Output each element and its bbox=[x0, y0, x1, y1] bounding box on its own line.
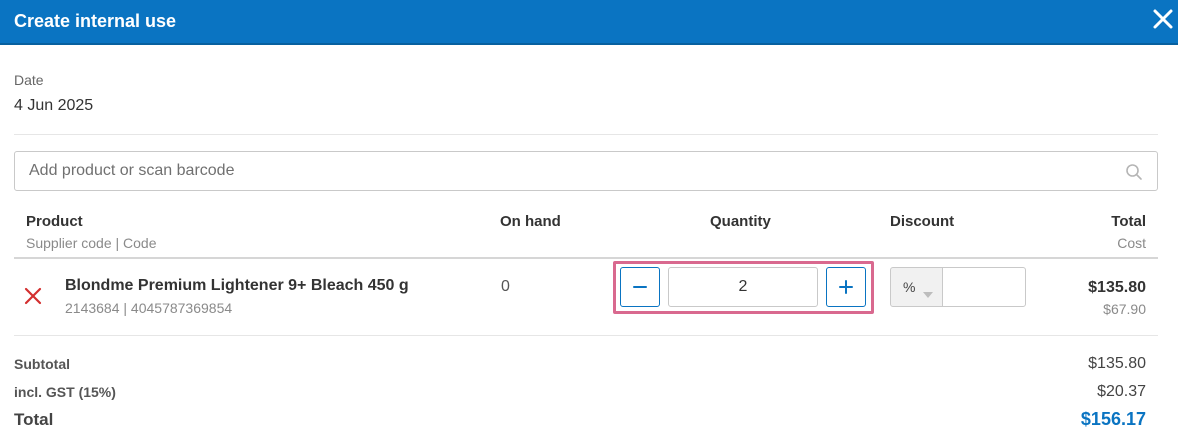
column-header-quantity: Quantity bbox=[710, 213, 771, 230]
row-cost: $67.90 bbox=[1103, 301, 1146, 317]
product-search-box[interactable] bbox=[14, 151, 1158, 191]
close-icon[interactable] bbox=[1150, 6, 1176, 32]
remove-icon[interactable] bbox=[24, 287, 42, 305]
decrease-quantity-button[interactable] bbox=[620, 267, 660, 307]
discount-input[interactable] bbox=[942, 267, 1026, 307]
column-header-total: Total bbox=[1111, 213, 1146, 230]
total-label: Total bbox=[14, 410, 54, 429]
discount-type-value: % bbox=[903, 279, 916, 295]
caret-down-icon bbox=[923, 285, 933, 298]
gst-label: incl. GST (15%) bbox=[14, 384, 116, 400]
column-subheader-codes: Supplier code | Code bbox=[26, 235, 157, 251]
increase-quantity-button[interactable] bbox=[826, 267, 866, 307]
divider bbox=[14, 134, 1158, 135]
date-value[interactable]: 4 Jun 2025 bbox=[14, 97, 93, 115]
on-hand-value: 0 bbox=[501, 278, 510, 295]
column-header-discount: Discount bbox=[890, 213, 955, 230]
column-header-product: Product bbox=[26, 213, 83, 230]
column-header-on-hand: On hand bbox=[500, 213, 561, 230]
product-search-input[interactable] bbox=[29, 152, 1119, 190]
row-divider bbox=[14, 335, 1158, 336]
search-icon bbox=[1125, 163, 1143, 181]
date-label: Date bbox=[14, 72, 44, 88]
gst-value: $20.37 bbox=[1097, 383, 1146, 400]
total-value: $156.17 bbox=[1080, 409, 1146, 429]
minus-icon bbox=[633, 286, 647, 288]
modal-title: Create internal use bbox=[14, 11, 177, 31]
discount-type-select[interactable]: % bbox=[890, 267, 943, 307]
product-name: Blondme Premium Lightener 9+ Bleach 450 … bbox=[65, 277, 409, 294]
quantity-input[interactable] bbox=[668, 267, 818, 307]
plus-icon bbox=[839, 280, 853, 294]
column-subheader-cost: Cost bbox=[1117, 235, 1146, 251]
subtotal-label: Subtotal bbox=[14, 356, 70, 372]
header-divider bbox=[14, 257, 1158, 259]
subtotal-value: $135.80 bbox=[1088, 355, 1146, 372]
row-total: $135.80 bbox=[1088, 279, 1146, 296]
modal-header: Create internal use bbox=[0, 0, 1178, 45]
product-codes: 2143684 | 4045787369854 bbox=[65, 300, 233, 316]
